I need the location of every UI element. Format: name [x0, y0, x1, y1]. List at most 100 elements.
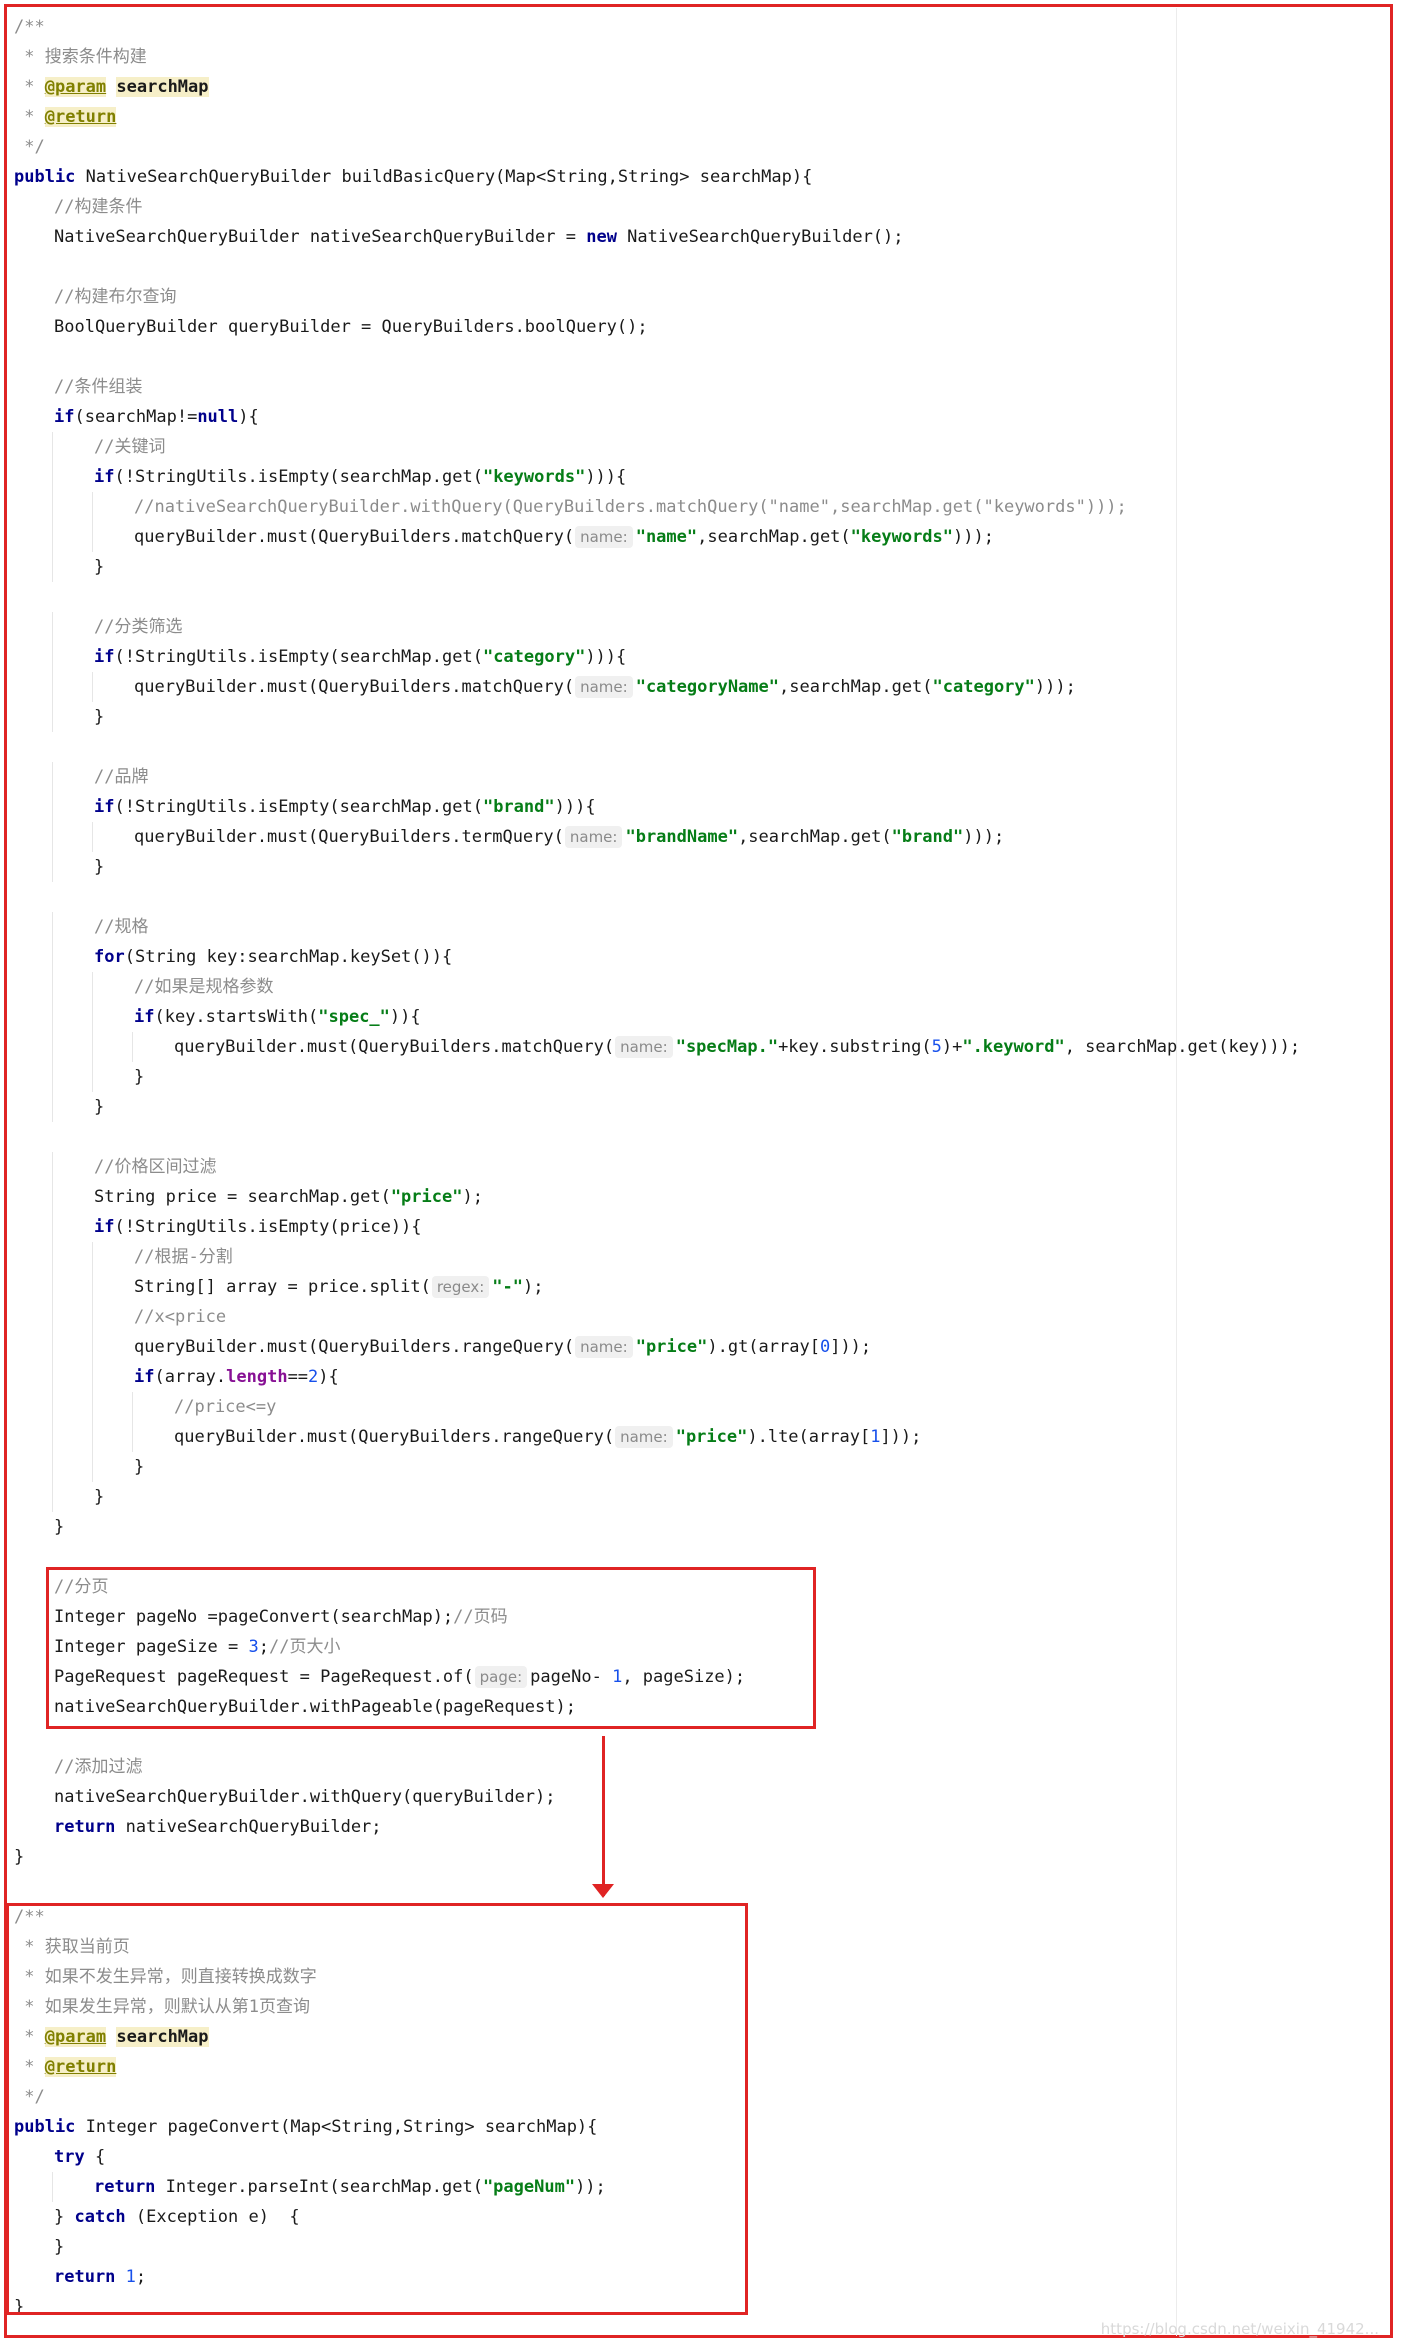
- code-line: public NativeSearchQueryBuilder buildBas…: [14, 162, 1381, 192]
- code-token: )+: [941, 1037, 963, 1057]
- indent-guide: [52, 522, 53, 552]
- indent-guide: [52, 1332, 53, 1362]
- code-line: //品牌: [14, 762, 1381, 792]
- code-token: //x<price: [134, 1307, 227, 1327]
- indent-guide: [52, 1182, 53, 1212]
- code-line: for(String key:searchMap.keySet()){: [14, 942, 1381, 972]
- indent-guide: [52, 912, 53, 942]
- code-line: /**: [14, 12, 1381, 42]
- code-token: //价格区间过滤: [94, 1157, 217, 1177]
- indent-guide: [52, 1152, 53, 1182]
- indent-guide: [132, 1392, 133, 1422]
- code-token: *: [14, 107, 45, 127]
- indent-guide: [52, 1422, 53, 1452]
- code-line-content: return nativeSearchQueryBuilder;: [14, 1817, 382, 1837]
- code-line: return nativeSearchQueryBuilder;: [14, 1812, 1381, 1842]
- code-token: if: [94, 797, 115, 817]
- code-line: }: [14, 1092, 1381, 1122]
- indent-guide: [52, 1392, 53, 1422]
- code-line-content: //x<price: [14, 1307, 226, 1327]
- code-token: BoolQueryBuilder queryBuilder = QueryBui…: [54, 317, 648, 337]
- indent-guide: [52, 1302, 53, 1332]
- indent-guide: [92, 1002, 93, 1032]
- code-token: (String key:searchMap.keySet()){: [124, 947, 453, 967]
- indent-guide: [92, 1362, 93, 1392]
- code-token: @param: [44, 77, 107, 97]
- code-token: ,searchMap.get(: [738, 827, 892, 847]
- code-token: nativeSearchQueryBuilder;: [115, 1817, 382, 1837]
- code-token: "category": [482, 647, 586, 667]
- code-line-content: //构建条件: [14, 197, 142, 217]
- code-token: +key.substring(: [778, 1037, 932, 1057]
- code-line: }: [14, 1842, 1381, 1872]
- code-line-content: //nativeSearchQueryBuilder.withQuery(Que…: [14, 497, 1127, 517]
- code-token: //关键词: [94, 437, 166, 457]
- code-token: ]));: [830, 1337, 872, 1357]
- code-token: (!StringUtils.isEmpty(searchMap.get(: [114, 797, 483, 817]
- code-token: //构建布尔查询: [54, 287, 177, 307]
- code-line: //如果是规格参数: [14, 972, 1381, 1002]
- parameter-hint: name:: [615, 1426, 673, 1448]
- code-token: }: [134, 1067, 145, 1087]
- code-token: }: [54, 1517, 65, 1537]
- code-token: ).lte(array[: [747, 1427, 871, 1447]
- code-token: queryBuilder.must(QueryBuilders.matchQue…: [134, 527, 575, 547]
- parameter-hint: name:: [615, 1036, 673, 1058]
- code-token: 1: [870, 1427, 881, 1447]
- code-token: queryBuilder.must(QueryBuilders.termQuer…: [134, 827, 564, 847]
- indent-guide: [92, 672, 93, 702]
- code-token: ).gt(array[: [707, 1337, 820, 1357]
- code-line-content: //添加过滤: [14, 1757, 142, 1777]
- code-token: "price": [635, 1337, 708, 1357]
- parameter-hint: name:: [575, 1336, 633, 1358]
- code-token: ".keyword": [962, 1037, 1065, 1057]
- code-line: if(!StringUtils.isEmpty(searchMap.get("k…: [14, 462, 1381, 492]
- code-line: //构建布尔查询: [14, 282, 1381, 312]
- code-line-content: NativeSearchQueryBuilder nativeSearchQue…: [14, 227, 904, 247]
- code-line-content: /**: [14, 17, 45, 37]
- code-line-content: }: [14, 1097, 104, 1117]
- code-line-content: if(key.startsWith("spec_")){: [14, 1007, 421, 1027]
- code-token: if: [54, 407, 75, 427]
- code-token: ==: [287, 1367, 309, 1387]
- code-line: }: [14, 1062, 1381, 1092]
- code-line: if(key.startsWith("spec_")){: [14, 1002, 1381, 1032]
- code-token: //nativeSearchQueryBuilder.withQuery(Que…: [134, 497, 1127, 517]
- code-token: //如果是规格参数: [134, 977, 274, 997]
- parameter-hint: name:: [575, 526, 633, 548]
- code-line-content: }: [14, 1457, 144, 1477]
- code-line-content: }: [14, 1067, 144, 1087]
- code-line: //分类筛选: [14, 612, 1381, 642]
- code-line: }: [14, 702, 1381, 732]
- code-token: queryBuilder.must(QueryBuilders.matchQue…: [174, 1037, 615, 1057]
- indent-guide: [92, 1392, 93, 1422]
- code-token: "name": [635, 527, 698, 547]
- indent-guide: [92, 1302, 93, 1332]
- code-token: "categoryName": [635, 677, 779, 697]
- indent-guide: [52, 1002, 53, 1032]
- code-token: queryBuilder.must(QueryBuilders.matchQue…: [134, 677, 575, 697]
- pageconvert-highlight-box: [6, 1903, 748, 2315]
- code-line: //关键词: [14, 432, 1381, 462]
- code-line: if(array.length==2){: [14, 1362, 1381, 1392]
- indent-guide: [92, 1062, 93, 1092]
- code-token: }: [14, 1847, 25, 1867]
- code-token: //品牌: [94, 767, 149, 787]
- code-token: "brand": [482, 797, 555, 817]
- watermark: https://blog.csdn.net/weixin_41942...: [1100, 2320, 1379, 2338]
- code-line-content: //关键词: [14, 437, 165, 457]
- code-token: (array.: [154, 1367, 227, 1387]
- code-line: queryBuilder.must(QueryBuilders.matchQue…: [14, 672, 1381, 702]
- code-token: ]));: [880, 1427, 922, 1447]
- indent-guide: [92, 1272, 93, 1302]
- code-line: * 搜索条件构建: [14, 42, 1381, 72]
- code-line: }: [14, 1482, 1381, 1512]
- indent-guide: [52, 1062, 53, 1092]
- code-line-content: //构建布尔查询: [14, 287, 176, 307]
- code-line: if(!StringUtils.isEmpty(price)){: [14, 1212, 1381, 1242]
- code-line-content: String[] array = price.split(regex: "-");: [14, 1276, 544, 1298]
- code-line-content: }: [14, 1847, 24, 1867]
